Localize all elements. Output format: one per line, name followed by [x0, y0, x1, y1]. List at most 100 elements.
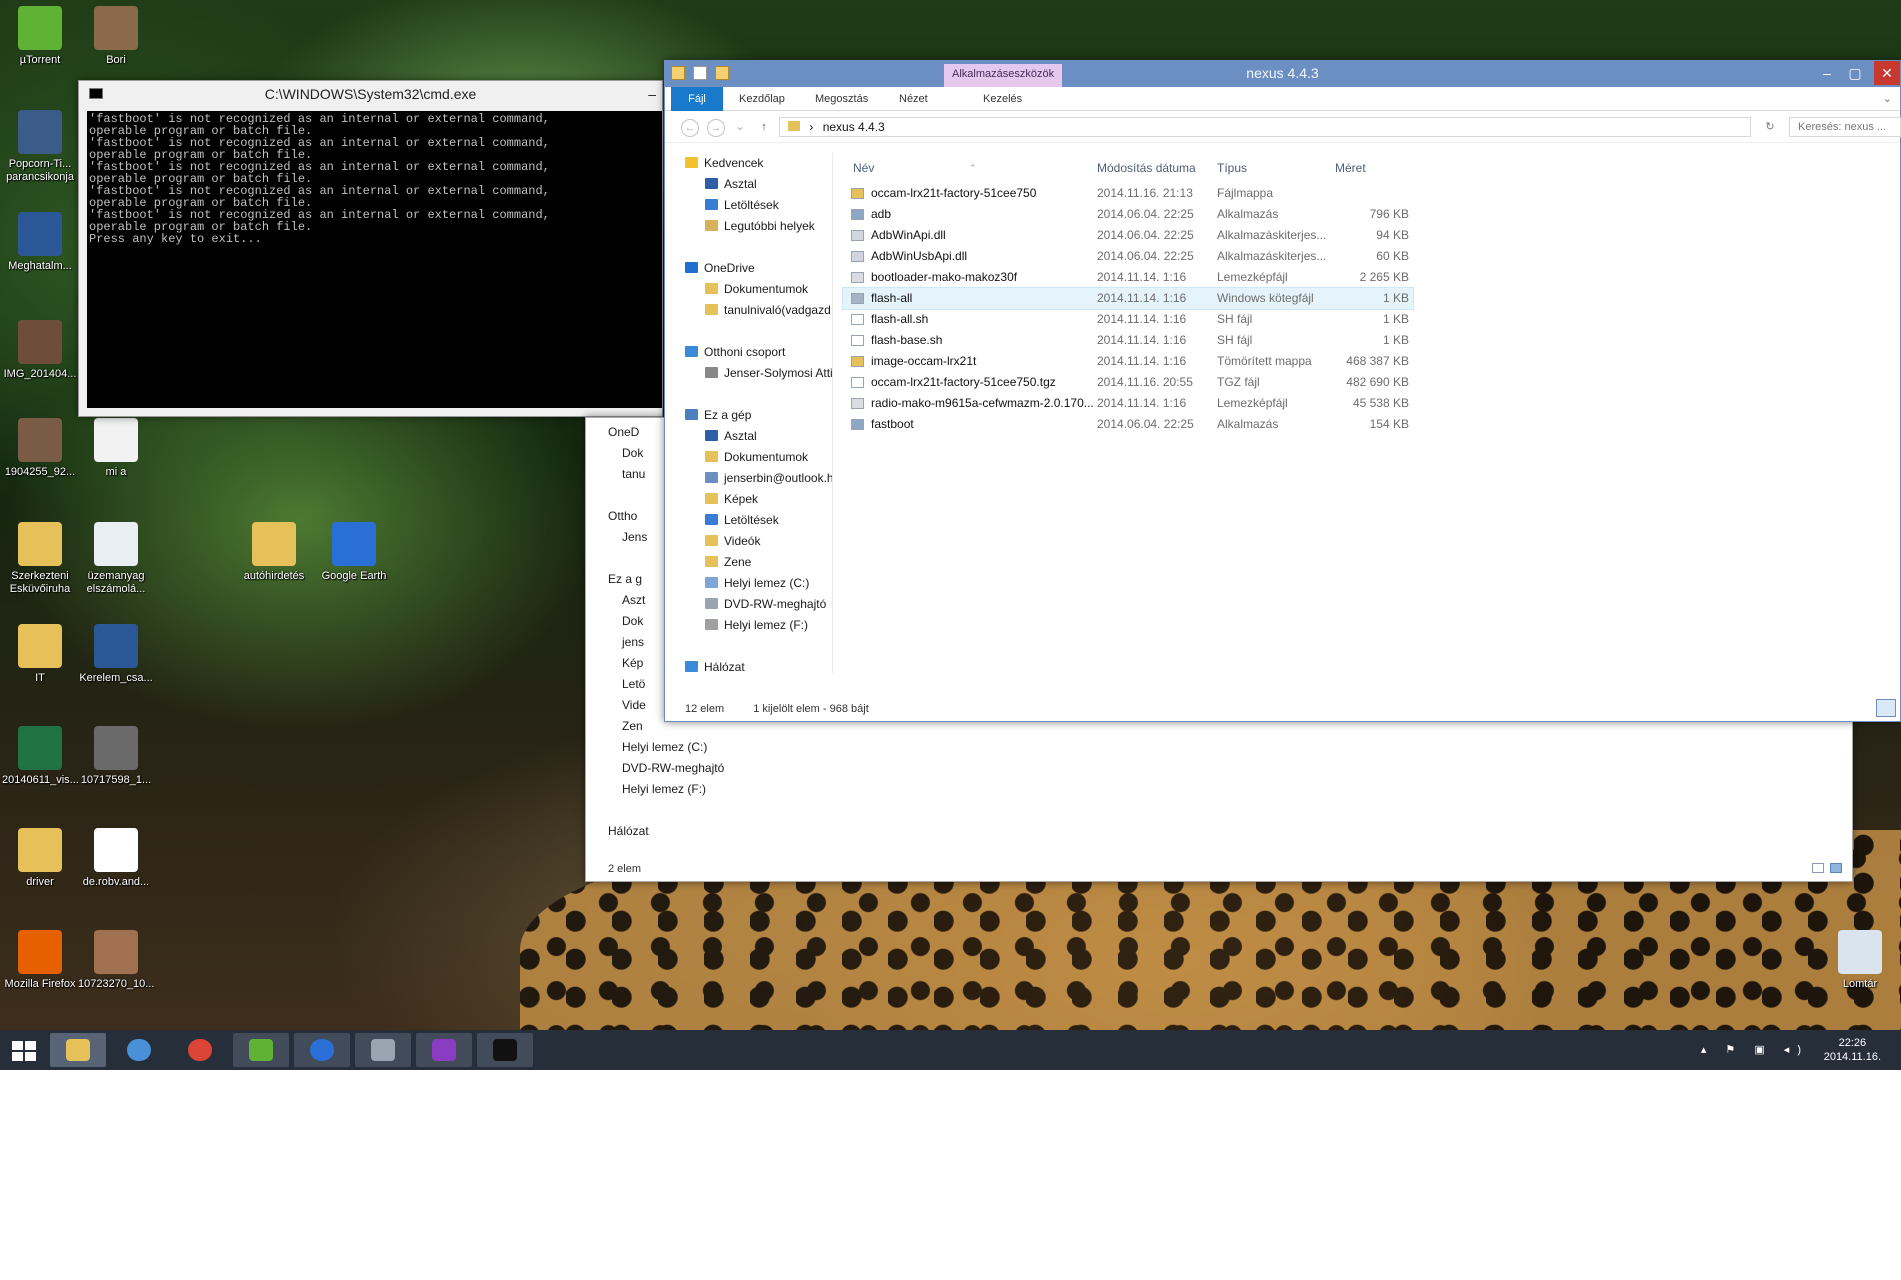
close-button[interactable]: ✕: [1874, 61, 1900, 85]
console-output[interactable]: 'fastboot' is not recognized as an inter…: [87, 111, 662, 408]
nav-item[interactable]: Videók: [673, 531, 832, 552]
nav-item[interactable]: DVD-RW-meghajtó: [673, 594, 832, 615]
nav-item[interactable]: DVD-RW-meghajtó: [586, 758, 746, 779]
nav-item[interactable]: Otthoni csoport: [673, 342, 832, 363]
tab-home[interactable]: Kezdőlap: [731, 87, 793, 111]
nav-item[interactable]: Kedvencek: [673, 153, 832, 174]
file-row[interactable]: occam-lrx21t-factory-51cee750 2014.11.16.…: [843, 183, 1893, 204]
nav-item[interactable]: Képek: [673, 489, 832, 510]
file-row[interactable]: flash-base.sh 2014.11.14. 1:16 SH fájl 1 KB: [843, 330, 1893, 351]
file-row[interactable]: radio-mako-m9615a-cefwmazm-2.0.170... 201…: [843, 393, 1893, 414]
forward-icon[interactable]: →: [707, 119, 725, 137]
nav-item[interactable]: Asztal: [673, 426, 832, 447]
nav-item[interactable]: Dokumentumok: [673, 447, 832, 468]
nav-item[interactable]: [673, 636, 832, 657]
taskbar-earth-browser-button[interactable]: [294, 1033, 350, 1067]
details-view-icon[interactable]: [1812, 863, 1824, 873]
tab-manage[interactable]: Kezelés: [975, 87, 1030, 111]
desktop-icon[interactable]: Kerelem_csa...: [78, 624, 154, 685]
nav-item[interactable]: tanulnivaló(vadgazd: [673, 300, 832, 321]
explorer-titlebar[interactable]: Alkalmazáseszközök nexus 4.4.3 – ▢ ✕: [665, 61, 1900, 87]
nav-item[interactable]: Helyi lemez (C:): [586, 737, 746, 758]
cmd-titlebar[interactable]: C:\WINDOWS\System32\cmd.exe –: [79, 81, 662, 107]
desktop-icon[interactable]: Mozilla Firefox: [2, 930, 78, 991]
nav-item[interactable]: Dokumentumok: [673, 279, 832, 300]
file-row[interactable]: occam-lrx21t-factory-51cee750.tgz 2014.11…: [843, 372, 1893, 393]
address-bar[interactable]: › nexus 4.4.3: [779, 117, 1751, 137]
nav-item[interactable]: Zene: [673, 552, 832, 573]
details-view-icon[interactable]: [1876, 699, 1896, 717]
desktop-icon[interactable]: de.robv.and...: [78, 828, 154, 889]
maximize-button[interactable]: ▢: [1842, 61, 1868, 85]
desktop-icon[interactable]: µTorrent: [2, 6, 78, 67]
breadcrumb-separator[interactable]: ›: [809, 120, 813, 134]
desktop-icon[interactable]: Popcorn-Ti... parancsikonja: [2, 110, 78, 184]
taskbar-search-app-button[interactable]: [416, 1033, 472, 1067]
taskbar-file-explorer-button[interactable]: [50, 1033, 106, 1067]
desktop-icon[interactable]: Meghatalm...: [2, 212, 78, 273]
column-name[interactable]: Név: [853, 153, 874, 183]
column-size[interactable]: Méret: [1335, 153, 1366, 183]
desktop-icon[interactable]: Bori: [78, 6, 154, 67]
back-icon[interactable]: ←: [681, 119, 699, 137]
cmd-window[interactable]: C:\WINDOWS\System32\cmd.exe – 'fastboot'…: [78, 80, 663, 417]
column-date[interactable]: Módosítás dátuma: [1097, 153, 1196, 183]
minimize-button[interactable]: –: [1814, 61, 1840, 85]
file-row[interactable]: fastboot 2014.06.04. 22:25 Alkalmazás 154 K…: [843, 414, 1893, 435]
desktop-icon[interactable]: 10723270_10...: [78, 930, 154, 991]
taskbar-remote-app-button[interactable]: [355, 1033, 411, 1067]
taskbar-cmd-app-button[interactable]: [477, 1033, 533, 1067]
taskbar-internet-explorer-app-button[interactable]: [111, 1033, 167, 1067]
desktop-icon[interactable]: autóhirdetés: [236, 522, 312, 583]
desktop-icon[interactable]: 20140611_vis...: [2, 726, 79, 787]
nav-item[interactable]: Hálózat: [586, 821, 746, 842]
nav-item[interactable]: OneDrive: [673, 258, 832, 279]
desktop-icon[interactable]: 10717598_1...: [78, 726, 154, 787]
recent-dropdown-icon[interactable]: ⌄: [731, 119, 749, 137]
nav-item[interactable]: jenserbin@outlook.h: [673, 468, 832, 489]
desktop-icon[interactable]: 1904255_92...: [2, 418, 78, 479]
nav-item[interactable]: Ez a gép: [673, 405, 832, 426]
column-type[interactable]: Típus: [1217, 153, 1247, 183]
file-row[interactable]: AdbWinApi.dll 2014.06.04. 22:25 Alkalmazás…: [843, 225, 1893, 246]
file-row[interactable]: image-occam-lrx21t 2014.11.14. 1:16 Tömörí…: [843, 351, 1893, 372]
explorer-window[interactable]: Alkalmazáseszközök nexus 4.4.3 – ▢ ✕ Fáj…: [664, 60, 1901, 722]
ribbon-expand-icon[interactable]: ⌄: [1875, 87, 1900, 111]
clock[interactable]: 22:26 2014.11.16.: [1824, 1036, 1881, 1064]
taskbar-chrome-button[interactable]: [172, 1033, 228, 1067]
search-input[interactable]: Keresés: nexus ...: [1789, 117, 1901, 137]
start-button[interactable]: [12, 1041, 36, 1061]
desktop-icon[interactable]: mi a: [78, 418, 154, 479]
breadcrumb[interactable]: nexus 4.4.3: [823, 120, 885, 134]
tab-file[interactable]: Fájl: [671, 87, 723, 111]
nav-item[interactable]: Helyi lemez (F:): [586, 779, 746, 800]
nav-item[interactable]: Hálózat: [673, 657, 832, 678]
tab-share[interactable]: Megosztás: [807, 87, 876, 111]
nav-item[interactable]: [673, 237, 832, 258]
file-row[interactable]: bootloader-mako-makoz30f 2014.11.14. 1:16…: [843, 267, 1893, 288]
refresh-icon[interactable]: ↻: [1761, 119, 1779, 137]
file-row[interactable]: AdbWinUsbApi.dll 2014.06.04. 22:25 Alkalma…: [843, 246, 1893, 267]
desktop-icon[interactable]: üzemanyag elszámolá...: [78, 522, 154, 596]
desktop-icon[interactable]: IMG_201404...: [2, 320, 78, 381]
nav-item[interactable]: Helyi lemez (C:): [673, 573, 832, 594]
file-row[interactable]: flash-all.sh 2014.11.14. 1:16 SH fájl 1 KB: [843, 309, 1893, 330]
nav-item[interactable]: [673, 384, 832, 405]
taskbar-utorrent-button[interactable]: [233, 1033, 289, 1067]
nav-item[interactable]: Helyi lemez (F:): [673, 615, 832, 636]
up-icon[interactable]: ↑: [755, 119, 773, 137]
desktop-icon[interactable]: IT: [2, 624, 78, 685]
minimize-button[interactable]: –: [648, 81, 656, 107]
tab-view[interactable]: Nézet: [891, 87, 936, 111]
nav-item[interactable]: [586, 800, 746, 821]
system-tray-icons[interactable]: ▴ ⚑ ▣ ◂): [1701, 1043, 1809, 1056]
nav-item[interactable]: Legutóbbi helyek: [673, 216, 832, 237]
nav-item[interactable]: Asztal: [673, 174, 832, 195]
desktop-icon[interactable]: Szerkezteni Esküvőiruha: [2, 522, 78, 596]
desktop-icon[interactable]: Google Earth: [316, 522, 392, 583]
nav-item[interactable]: Letöltések: [673, 195, 832, 216]
nav-item[interactable]: [673, 321, 832, 342]
nav-item[interactable]: Letöltések: [673, 510, 832, 531]
desktop-icon[interactable]: driver: [2, 828, 78, 889]
large-icons-view-icon[interactable]: [1830, 863, 1842, 873]
